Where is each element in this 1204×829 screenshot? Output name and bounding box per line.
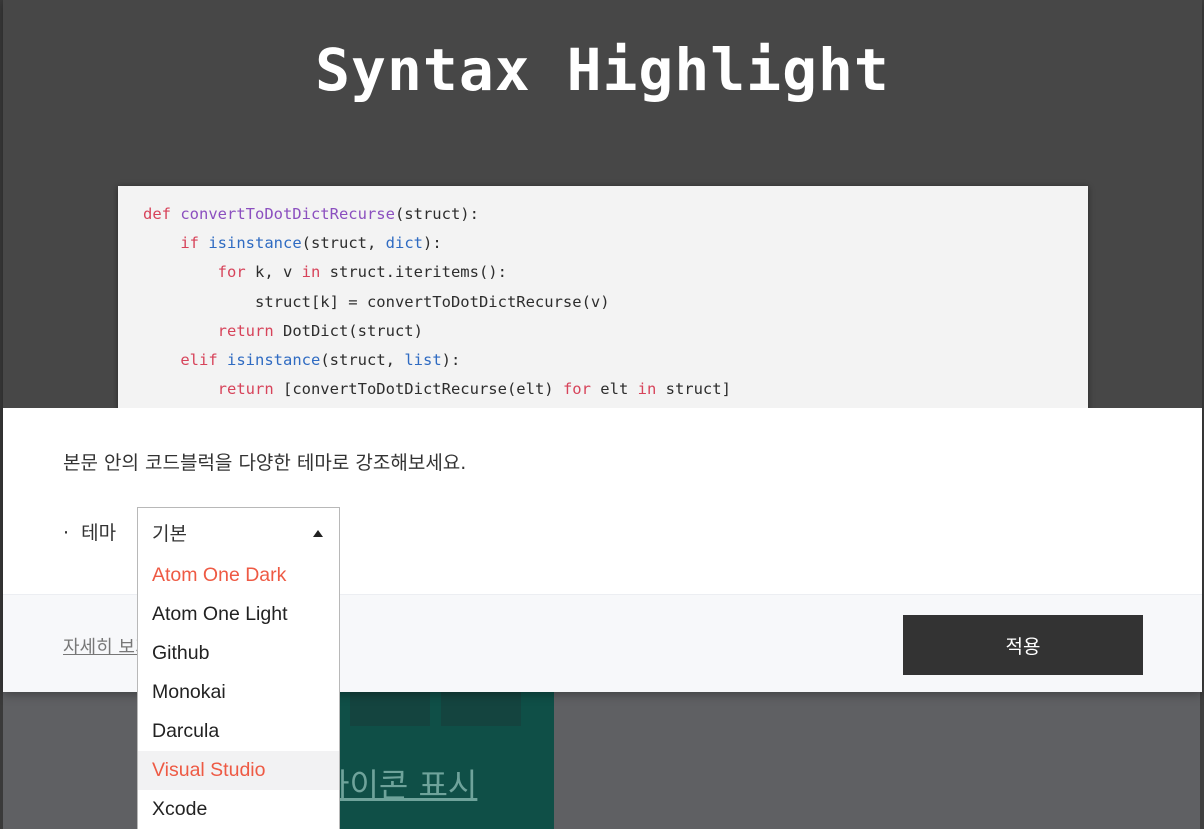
background-card-text: 아이콘 표시 xyxy=(320,766,478,804)
theme-select-value: 기본 xyxy=(152,523,187,545)
code-token: for xyxy=(217,263,255,282)
code-token: for xyxy=(562,380,601,399)
code-line: def convertToDotDictRecurse(struct): xyxy=(118,200,1088,229)
code-token: (struct, xyxy=(320,350,405,369)
theme-option-atom-one-dark[interactable]: Atom One Dark xyxy=(138,556,339,595)
theme-option-xcode[interactable]: Xcode xyxy=(138,790,339,829)
code-token: struct] xyxy=(665,380,731,399)
code-token: struct[k] = convertToDotDictRecurse(v) xyxy=(143,292,610,311)
code-token: ): xyxy=(441,350,461,369)
code-token: elt xyxy=(600,380,638,399)
modal-title: Syntax Highlight xyxy=(315,36,890,104)
modal-header: Syntax Highlight def convertToDotDictRec… xyxy=(3,0,1202,408)
code-line: return [convertToDotDictRecurse(elt) for… xyxy=(118,375,1088,404)
theme-select-current[interactable]: 기본 xyxy=(138,508,339,557)
code-token: return xyxy=(217,321,283,340)
apply-button[interactable]: 적용 xyxy=(903,615,1143,675)
code-token: [convertToDotDictRecurse(elt) xyxy=(282,380,563,399)
code-line: if isinstance(struct, dict): xyxy=(118,229,1088,258)
code-token: struct.iteritems(): xyxy=(329,263,507,282)
code-token: convertToDotDictRecurse xyxy=(180,205,395,223)
code-token: (struct, xyxy=(301,234,386,253)
code-token: elif xyxy=(180,350,227,369)
background-thumbnail xyxy=(441,690,521,726)
code-token: isinstance xyxy=(227,350,321,369)
code-token: isinstance xyxy=(208,234,302,253)
theme-label-text: 테마 xyxy=(81,522,117,544)
code-line: return DotDict(struct) xyxy=(118,317,1088,346)
code-token: def xyxy=(143,205,181,223)
theme-option-monokai[interactable]: Monokai xyxy=(138,673,339,712)
code-token: k, v xyxy=(254,263,302,282)
code-token: in xyxy=(637,380,666,399)
code-line: struct[k] = convertToDotDictRecurse(v) xyxy=(118,288,1088,317)
theme-option-atom-one-light[interactable]: Atom One Light xyxy=(138,595,339,634)
theme-option-github[interactable]: Github xyxy=(138,634,339,673)
code-line: for k, v in struct.iteritems(): xyxy=(118,258,1088,287)
code-token: DotDict(struct) xyxy=(282,321,423,340)
code-token: return xyxy=(217,380,283,399)
background-thumbnail xyxy=(350,690,430,726)
code-preview: def convertToDotDictRecurse(struct): if … xyxy=(118,186,1088,408)
theme-option-darcula[interactable]: Darcula xyxy=(138,712,339,751)
code-line: elif isinstance(struct, list): xyxy=(118,346,1088,375)
code-token: ): xyxy=(422,234,442,253)
caret-up-icon xyxy=(313,530,323,537)
code-token: if xyxy=(180,234,209,253)
theme-select-dropdown[interactable]: 기본 Atom One Dark Atom One Light Github Mono… xyxy=(137,507,340,829)
modal-description: 본문 안의 코드블럭을 다양한 테마로 강조해보세요. xyxy=(63,452,467,474)
theme-label: · 테마 xyxy=(63,518,116,545)
theme-option-visual-studio[interactable]: Visual Studio xyxy=(138,751,339,790)
code-token: in xyxy=(301,263,330,282)
code-token: dict xyxy=(385,234,423,253)
code-token: (struct): xyxy=(394,205,479,223)
code-token: list xyxy=(404,350,442,369)
bullet-dot: · xyxy=(63,522,82,544)
